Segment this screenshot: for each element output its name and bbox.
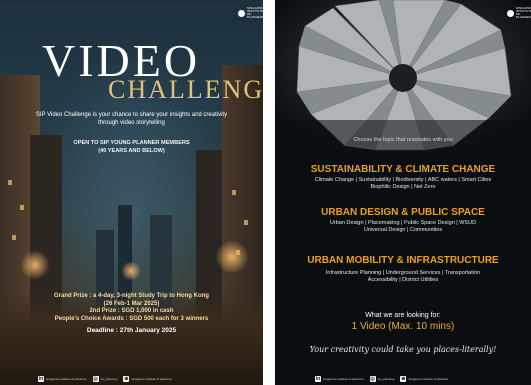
eligibility-line: OPEN TO SIP YOUNG PLANNER MEMBERS: [73, 140, 190, 146]
linkedin-link[interactable]: in singapore-institute-of-planners: [315, 376, 364, 382]
street-light: [120, 262, 142, 280]
topic-details-sustainability: Climate Change | Sustainability | Biodiv…: [314, 177, 492, 190]
lit-window: [20, 205, 24, 210]
prizes: Grand Prize : a 4-day, 3-night Study Tri…: [0, 293, 263, 323]
instagram-icon: ◎: [92, 376, 99, 382]
lit-window: [8, 180, 12, 185]
social-footer: in singapore-institute-of-planners ◎ sip…: [38, 376, 171, 382]
instagram-link[interactable]: ◎ sip_planning: [92, 376, 117, 382]
topic-details-urban-design: Urban Design | Placemaking | Public Spac…: [329, 220, 477, 233]
prize-line: 2nd Prize : SGD 1,000 in cash: [89, 308, 174, 315]
sip-logo: SINGAPORE INSTITUTE OF PLANNERS: [238, 7, 263, 19]
lit-window: [232, 190, 236, 195]
website-link[interactable]: ⊕ singapore institute of planners: [123, 376, 171, 382]
instagram-icon: ◎: [369, 376, 376, 382]
sip-logo-icon: [507, 9, 514, 17]
topic-heading-mobility: URBAN MOBILITY & INFRASTRUCTURE: [307, 255, 499, 266]
choose-topic-text: Choose the topic that resonates with you: [353, 137, 453, 143]
sip-logo: SINGAPORE INSTITUTE OF PLANNERS: [507, 7, 531, 19]
topic-details-mobility: Infrastructure Planning | Underground Se…: [325, 270, 481, 283]
social-footer: in singapore-institute-of-planners ◎ sip…: [315, 376, 448, 382]
instagram-link[interactable]: ◎ sip_planning: [369, 376, 394, 382]
topics-poster: SINGAPORE INSTITUTE OF PLANNERS Choose t…: [275, 0, 531, 385]
lit-window: [12, 235, 16, 240]
architecture-photo: [275, 0, 531, 160]
globe-icon: ⊕: [400, 376, 407, 382]
prize-line: Grand Prize : a 4-day, 3-night Study Tri…: [54, 293, 209, 299]
lit-window: [244, 220, 248, 225]
video-requirement: 1 Video (Max. 10 mins): [351, 321, 455, 332]
eligibility: OPEN TO SIP YOUNG PLANNER MEMBERS (40 YE…: [0, 140, 263, 155]
website-link[interactable]: ⊕ singapore institute of planners: [400, 376, 448, 382]
shophouse-right: [222, 65, 263, 325]
globe-icon: ⊕: [123, 376, 130, 382]
prize-line: (26 Feb-1 Mar 2025): [103, 300, 160, 307]
intro-text: SIP Video Challenge is your chance to sh…: [35, 112, 228, 126]
sip-logo-icon: [238, 9, 245, 17]
deadline: Deadline : 27th January 2025: [86, 327, 177, 334]
street-light: [20, 250, 50, 280]
video-challenge-poster: SINGAPORE INSTITUTE OF PLANNERS VIDEO CH…: [0, 0, 263, 385]
eligibility-line: (40 YEARS AND BELOW): [98, 147, 165, 154]
tagline: Your creativity could take you places-li…: [309, 345, 497, 354]
linkedin-icon: in: [315, 376, 321, 382]
topic-heading-urban-design: URBAN DESIGN & PUBLIC SPACE: [321, 207, 485, 218]
street-light: [215, 240, 249, 274]
topic-heading-sustainability: SUSTAINABILITY & CLIMATE CHANGE: [310, 164, 496, 175]
linkedin-link[interactable]: in singapore-institute-of-planners: [38, 376, 87, 382]
title-challenge: CHALLENGE: [108, 75, 263, 104]
looking-for-label: What we are looking for:: [365, 312, 441, 319]
linkedin-icon: in: [38, 376, 44, 382]
prize-line: People's Choice Awards : SGD 500 each fo…: [54, 315, 209, 322]
